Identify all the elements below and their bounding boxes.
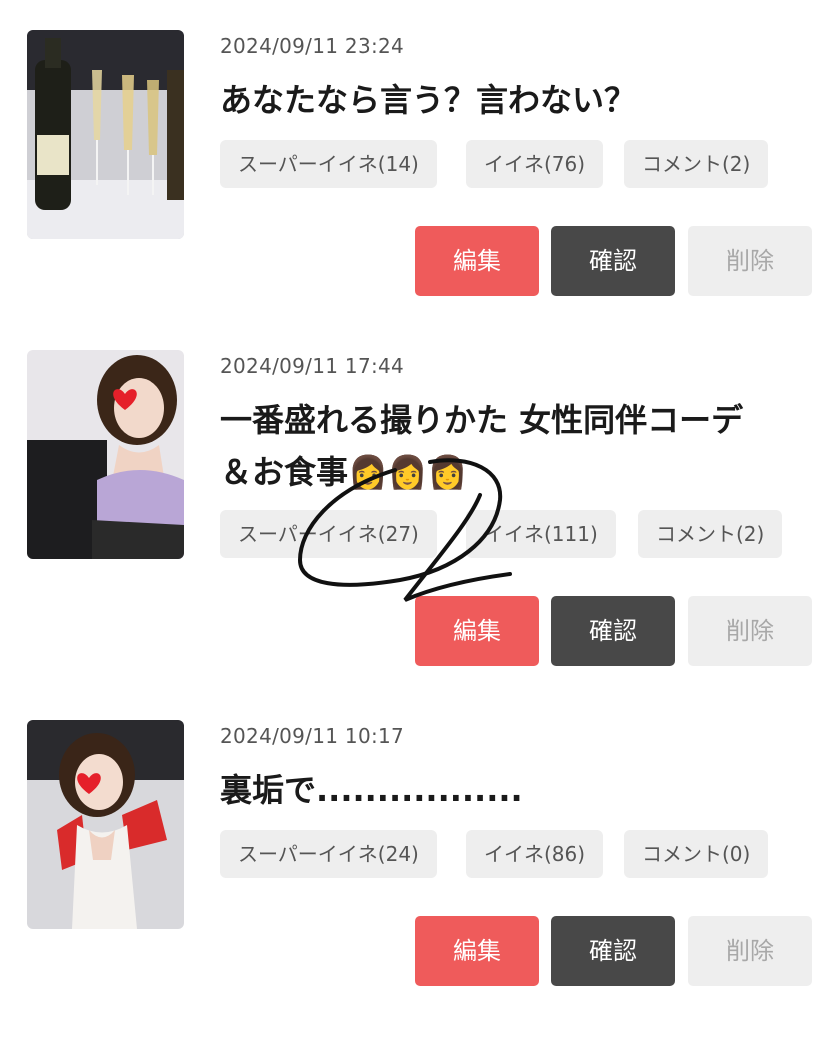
champagne-photo-icon — [27, 30, 184, 239]
post-title[interactable]: あなたなら言う？言わない？ — [220, 74, 820, 126]
super-like-count[interactable]: スーパーイイネ(24) — [220, 830, 437, 878]
check-button[interactable]: 確認 — [551, 916, 675, 986]
comment-count[interactable]: コメント(2) — [624, 140, 769, 188]
delete-button[interactable]: 削除 — [688, 226, 812, 296]
super-like-count[interactable]: スーパーイイネ(27) — [220, 510, 437, 558]
post-date: 2024/09/11 17:44 — [220, 354, 405, 378]
check-button[interactable]: 確認 — [551, 226, 675, 296]
woman-selfie-photo-icon — [27, 350, 184, 559]
post-title[interactable]: 裏垢で................. — [220, 764, 820, 816]
like-count[interactable]: イイネ(76) — [466, 140, 604, 188]
post-item: 2024/09/11 10:17 裏垢で................. スー… — [0, 720, 840, 1040]
check-button[interactable]: 確認 — [551, 596, 675, 666]
post-date: 2024/09/11 23:24 — [220, 34, 405, 58]
post-thumbnail[interactable] — [27, 30, 184, 239]
comment-count[interactable]: コメント(2) — [638, 510, 783, 558]
woman-selfie-photo-icon — [27, 720, 184, 929]
post-item: 2024/09/11 23:24 あなたなら言う？言わない？ スーパーイイネ(1… — [0, 30, 840, 350]
post-title[interactable]: 一番盛れる撮りかた 女性同伴コーデ ＆お食事👩👩👩 — [220, 394, 820, 498]
edit-button[interactable]: 編集 — [415, 916, 539, 986]
delete-button[interactable]: 削除 — [688, 596, 812, 666]
post-thumbnail[interactable] — [27, 720, 184, 929]
edit-button[interactable]: 編集 — [415, 596, 539, 666]
post-thumbnail[interactable] — [27, 350, 184, 559]
comment-count[interactable]: コメント(0) — [624, 830, 769, 878]
like-count[interactable]: イイネ(111) — [466, 510, 616, 558]
super-like-count[interactable]: スーパーイイネ(14) — [220, 140, 437, 188]
edit-button[interactable]: 編集 — [415, 226, 539, 296]
like-count[interactable]: イイネ(86) — [466, 830, 604, 878]
post-date: 2024/09/11 10:17 — [220, 724, 405, 748]
post-item: 2024/09/11 17:44 一番盛れる撮りかた 女性同伴コーデ ＆お食事👩… — [0, 350, 840, 670]
delete-button[interactable]: 削除 — [688, 916, 812, 986]
